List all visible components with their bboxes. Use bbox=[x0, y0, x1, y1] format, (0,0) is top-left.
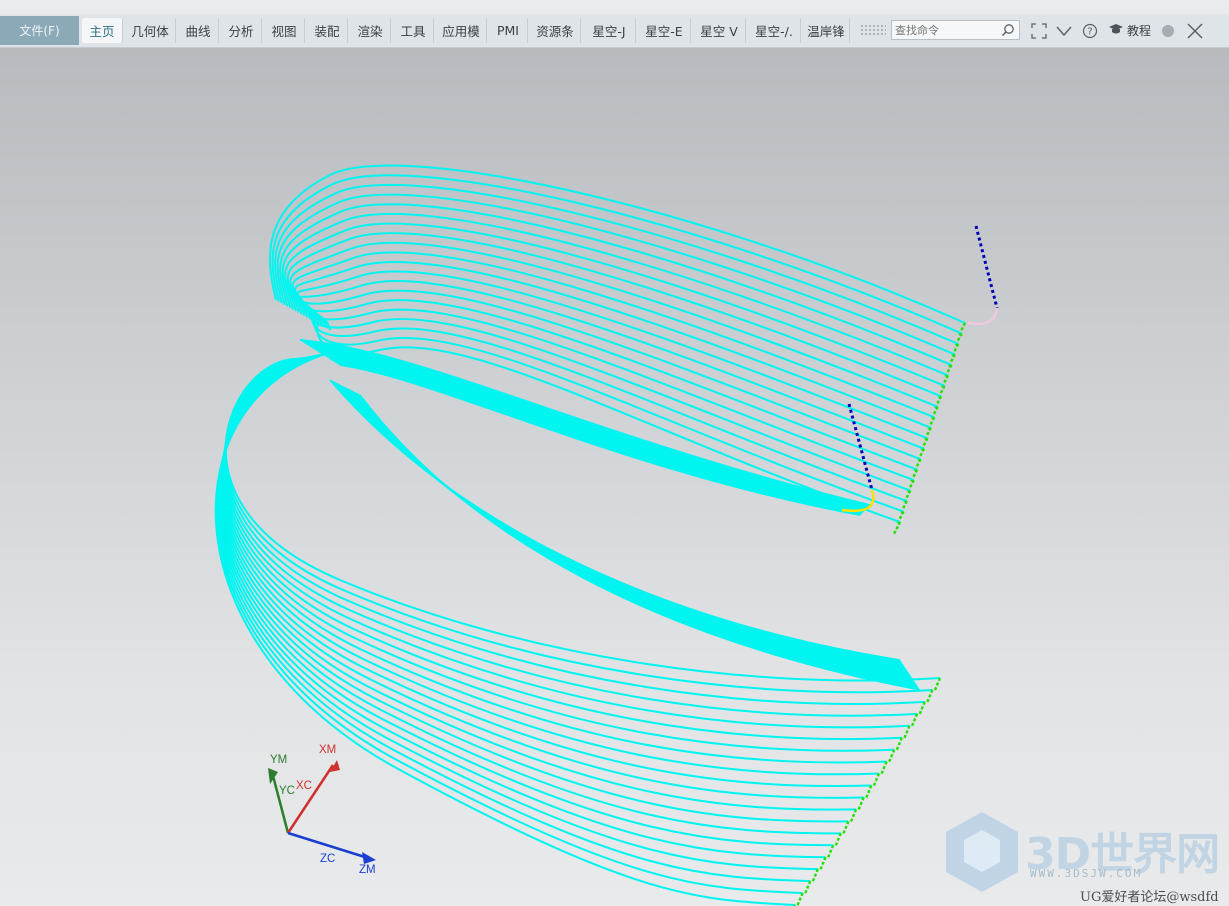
engage-link bbox=[842, 820, 850, 834]
file-menu-tab[interactable]: 文件(F) bbox=[0, 16, 79, 45]
toolpath-upper-pass bbox=[306, 307, 915, 482]
status-dot-icon[interactable] bbox=[1159, 22, 1177, 40]
triad-label-xc: XC bbox=[296, 780, 312, 792]
title-strip bbox=[0, 0, 1229, 14]
engage-link bbox=[892, 521, 902, 535]
toolpath-upper-pass bbox=[274, 184, 959, 345]
engage-link bbox=[910, 713, 919, 727]
ribbon-tab[interactable]: 装配 bbox=[307, 18, 348, 43]
triad-label-zc: ZC bbox=[320, 853, 336, 865]
graduation-cap-icon bbox=[1108, 23, 1124, 38]
ribbon-tab[interactable]: 渲染 bbox=[350, 18, 391, 43]
ribbon-tab[interactable]: 星空-E bbox=[638, 18, 691, 43]
tutorial-label: 教程 bbox=[1127, 24, 1152, 38]
engage-link bbox=[819, 856, 827, 870]
toolpath-bundle bbox=[351, 390, 915, 683]
toolpath-bundle bbox=[342, 385, 909, 674]
toolpath-bundle bbox=[348, 388, 913, 680]
toolpath-bundle bbox=[340, 385, 908, 672]
approach-move bbox=[847, 403, 874, 491]
ribbon-tab[interactable]: PMI bbox=[489, 18, 528, 43]
toolpath-upper-pass bbox=[271, 174, 962, 335]
approach-move bbox=[974, 225, 999, 309]
ribbon-tab[interactable]: 星空-/. bbox=[748, 18, 801, 43]
search-icon[interactable] bbox=[1000, 22, 1016, 38]
engage-link bbox=[865, 785, 873, 798]
ribbon-grip[interactable] bbox=[860, 24, 886, 36]
engage-link bbox=[926, 689, 934, 703]
engage-link bbox=[872, 773, 881, 787]
ribbon-tab[interactable]: 曲线 bbox=[178, 18, 219, 43]
engage-link bbox=[903, 725, 911, 739]
tutorial-button[interactable]: 教程 bbox=[1108, 22, 1151, 39]
approach-arc bbox=[967, 307, 999, 326]
triad-label-yc: YC bbox=[279, 785, 295, 797]
engage-link bbox=[888, 749, 896, 763]
ribbon-tab[interactable]: 工具 bbox=[393, 18, 434, 43]
engage-link bbox=[804, 880, 812, 894]
engage-link bbox=[811, 868, 820, 882]
toolpath-bundle bbox=[334, 381, 904, 666]
ribbon-tab[interactable]: 分析 bbox=[221, 18, 262, 43]
toolpath-bundle bbox=[337, 383, 906, 669]
engage-link bbox=[895, 737, 903, 751]
svg-text:?: ? bbox=[1087, 27, 1092, 38]
triad-label-xm: XM bbox=[319, 744, 337, 756]
toolpath-bundle bbox=[343, 386, 910, 675]
close-icon[interactable] bbox=[1185, 21, 1205, 41]
chevron-down-icon[interactable] bbox=[1055, 22, 1073, 40]
toolpath-upper-pass bbox=[281, 212, 949, 377]
toolpath-bundle bbox=[335, 382, 905, 668]
watermark-url: WWW.3DSJW.COM bbox=[1030, 867, 1143, 880]
engage-link bbox=[827, 844, 835, 858]
toolpath-bundle bbox=[338, 384, 907, 671]
command-search-box[interactable] bbox=[891, 20, 1020, 40]
ribbon-tab[interactable]: 资源条 bbox=[530, 18, 581, 43]
engage-link bbox=[880, 761, 888, 775]
triad-label-zm: ZM bbox=[359, 864, 376, 876]
engage-link bbox=[918, 701, 926, 715]
fullscreen-icon[interactable] bbox=[1030, 22, 1048, 40]
engage-link bbox=[849, 808, 858, 822]
engage-link bbox=[796, 892, 804, 906]
ribbon-tab[interactable]: 视图 bbox=[264, 18, 305, 43]
toolpath-lower-pass bbox=[218, 352, 841, 835]
ribbon-tab[interactable]: 几何体 bbox=[125, 18, 176, 43]
toolpath-bundle bbox=[332, 381, 903, 664]
ribbon-tab[interactable]: 应用模 bbox=[436, 18, 487, 43]
toolpath-bundle bbox=[349, 389, 914, 682]
toolpath-display bbox=[214, 164, 999, 906]
nx-window: 文件(F) 主页 几何体 曲线 分析 视图 装配 渲染 工具 应用模 PMI 资源条 星空-J 星空-E… bbox=[0, 0, 1229, 906]
help-icon[interactable]: ? bbox=[1081, 22, 1099, 40]
ribbon-tab[interactable]: 温岸锋 bbox=[803, 18, 850, 43]
ribbon-tab[interactable]: 主页 bbox=[82, 18, 123, 43]
engage-link bbox=[857, 797, 865, 810]
engage-link bbox=[933, 677, 942, 691]
triad-label-ym: YM bbox=[270, 754, 288, 766]
ribbon-tab[interactable]: 星空 V bbox=[693, 18, 746, 43]
command-search-input[interactable] bbox=[895, 22, 995, 38]
toolpath-lower-pass bbox=[224, 357, 941, 682]
watermark-forum: UG爱好者论坛@wsdfd bbox=[1080, 890, 1219, 905]
graphics-viewport[interactable] bbox=[0, 48, 1229, 906]
engage-link bbox=[834, 832, 842, 846]
ribbon-tab[interactable]: 星空-J bbox=[583, 18, 636, 43]
toolpath-bundle bbox=[353, 391, 916, 685]
